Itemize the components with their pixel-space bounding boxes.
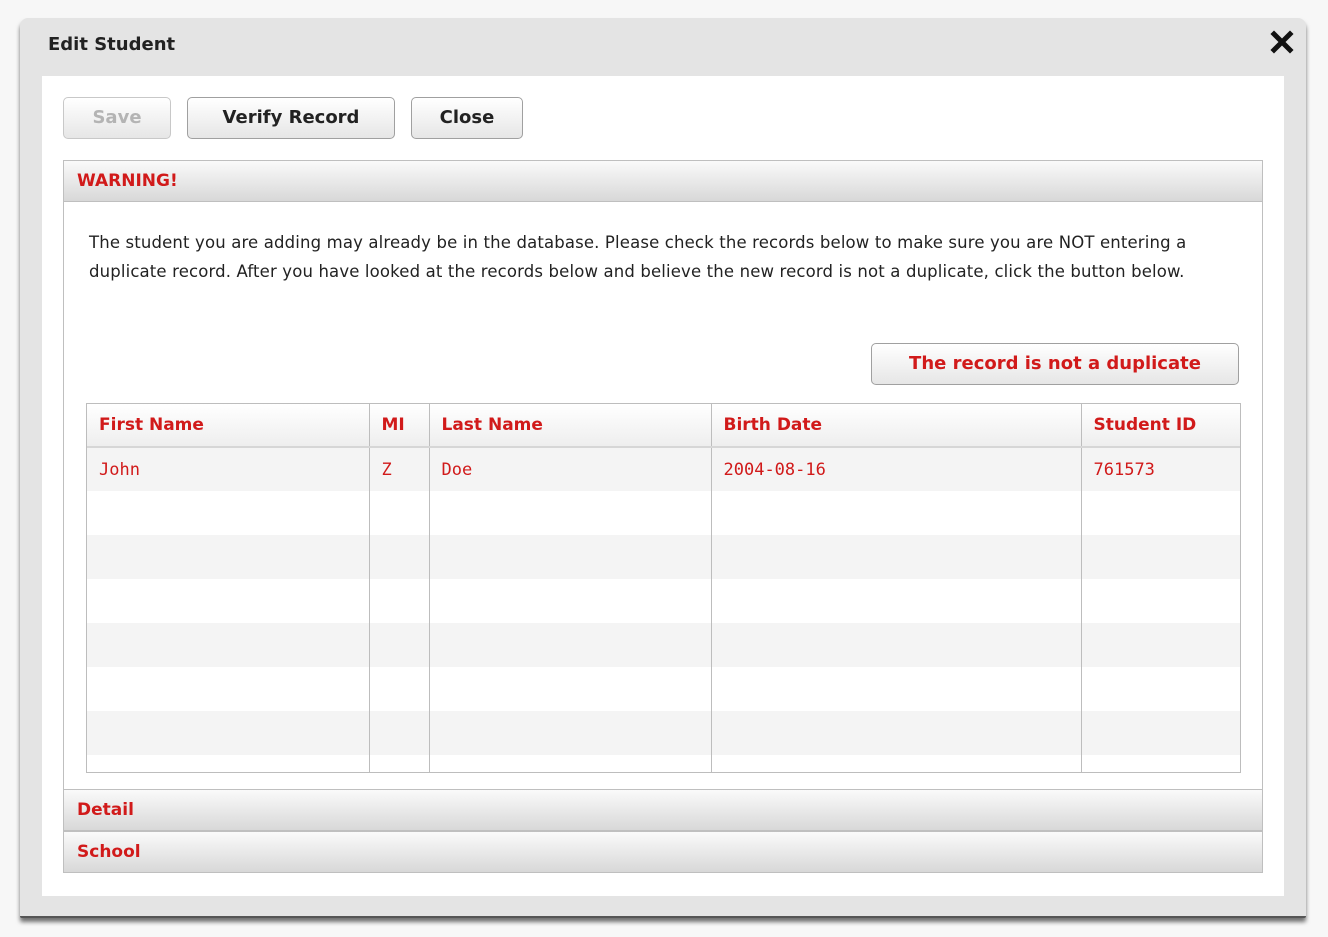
column-header-last-name[interactable]: Last Name: [429, 404, 712, 448]
empty-table-row: [87, 711, 1240, 755]
table-header-row: First Name MI Last Name Birth Date Stude…: [87, 404, 1240, 448]
empty-table-row: [87, 491, 1240, 535]
warning-panel-header[interactable]: WARNING!: [63, 160, 1263, 202]
empty-table-row: [87, 579, 1240, 623]
cell-last-name: Doe: [429, 447, 712, 491]
verify-record-button[interactable]: Verify Record: [187, 97, 395, 139]
column-header-mi[interactable]: MI: [369, 404, 430, 448]
edit-student-dialog: Edit Student Save Verify Record Close WA…: [20, 18, 1306, 918]
column-header-first-name[interactable]: First Name: [87, 404, 370, 448]
dialog-title: Edit Student: [48, 34, 176, 55]
empty-table-row: [87, 755, 1240, 772]
column-header-student-id[interactable]: Student ID: [1081, 404, 1240, 448]
warning-panel-body: The student you are adding may already b…: [63, 202, 1263, 794]
empty-table-row: [87, 535, 1240, 579]
cell-mi: Z: [369, 447, 430, 491]
not-duplicate-button[interactable]: The record is not a duplicate: [871, 343, 1239, 385]
close-button[interactable]: Close: [411, 97, 523, 139]
duplicate-records-table: First Name MI Last Name Birth Date Stude…: [86, 403, 1241, 773]
dialog-titlebar[interactable]: Edit Student: [20, 18, 1306, 76]
cell-student-id: 761573: [1081, 447, 1240, 491]
empty-table-row: [87, 623, 1240, 667]
close-x-icon[interactable]: [1268, 28, 1296, 56]
column-header-birth-date[interactable]: Birth Date: [711, 404, 1082, 448]
cell-first-name: John: [87, 447, 370, 491]
warning-message: The student you are adding may already b…: [89, 233, 1187, 281]
school-panel-header[interactable]: School: [63, 831, 1263, 873]
dialog-content: Save Verify Record Close WARNING! The st…: [42, 76, 1284, 896]
cell-birth-date: 2004-08-16: [711, 447, 1082, 491]
empty-table-row: [87, 667, 1240, 711]
save-button[interactable]: Save: [63, 97, 171, 139]
table-row[interactable]: John Z Doe 2004-08-16 761573: [87, 447, 1240, 491]
detail-panel-header[interactable]: Detail: [63, 789, 1263, 831]
